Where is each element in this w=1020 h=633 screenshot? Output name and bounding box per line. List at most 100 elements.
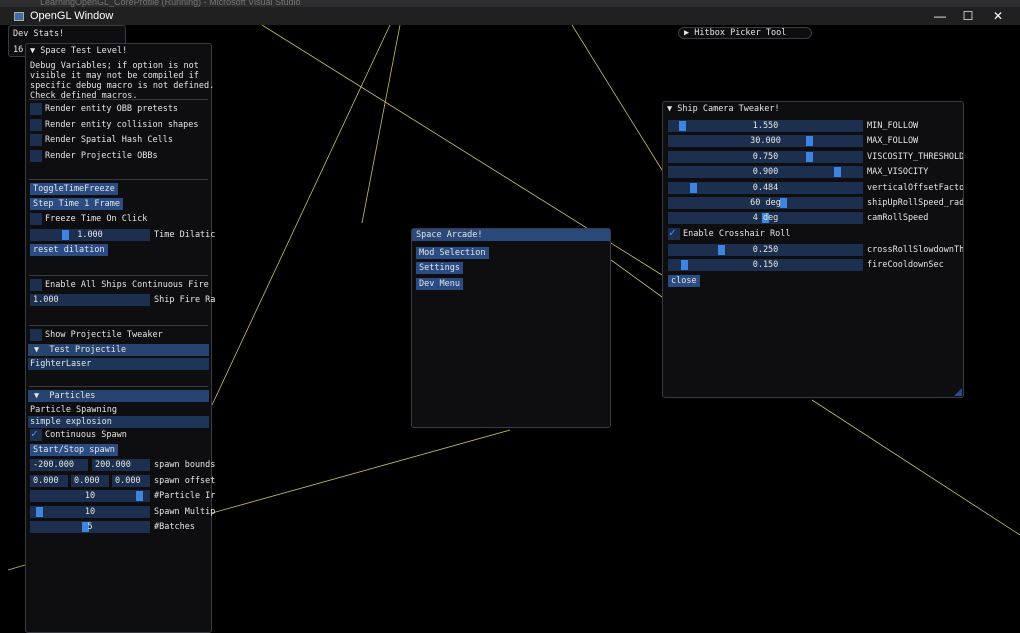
particle-spawning-label: Particle Spawning: [30, 405, 117, 415]
particle-interval-slider[interactable]: 10: [30, 490, 150, 502]
render-option-label: Render entity collision shapes: [45, 119, 199, 130]
start-stop-spawn-button[interactable]: Start/Stop spawn: [30, 444, 118, 456]
camera-slider-label: MAX_VISOCITY: [867, 167, 929, 178]
show-projectile-tweaker-checkbox[interactable]: [30, 329, 42, 341]
continuous-spawn-checkbox[interactable]: [30, 427, 42, 441]
step-time-button[interactable]: Step Time 1 Frame: [30, 198, 123, 210]
slider-grab: [62, 230, 69, 240]
reset-dilation-button[interactable]: reset dilation: [30, 244, 108, 256]
camera-tweaker-window[interactable]: ▼ Ship Camera Tweaker! 1.550 MIN_FOLLOW 30…: [662, 101, 964, 398]
camera-slider[interactable]: 0.150: [668, 259, 863, 272]
collapse-arrow-icon[interactable]: ▼: [30, 46, 40, 56]
test-projectile-header[interactable]: ▼ Test Projectile: [28, 344, 209, 356]
camera-slider-label: fireCooldownSec: [867, 260, 944, 271]
slider-grab: [806, 151, 814, 162]
render-option-label: Render entity OBB pretests: [45, 104, 179, 114]
camera-slider-label: MAX_FOLLOW: [867, 136, 919, 147]
camera-slider[interactable]: 0.484: [668, 181, 863, 194]
spawn-offset-x-input[interactable]: 0.000: [30, 475, 68, 487]
particle-interval-label: #Particle Ir: [154, 491, 216, 501]
freeze-on-click-label: Freeze Time On Click: [45, 214, 148, 224]
scene-line: [7, 564, 26, 571]
freeze-on-click-checkbox[interactable]: [30, 213, 42, 225]
render-option-checkbox[interactable]: [30, 103, 42, 115]
debug-note: Debug Variables; if option is not visible…: [30, 61, 215, 101]
window-titlebar[interactable]: OpenGL Window — ☐ ✕: [0, 7, 1020, 25]
render-option-label: Render Projectile OBBs: [45, 150, 158, 161]
window-title: OpenGL Window: [30, 10, 114, 22]
render-option-checkbox[interactable]: [30, 118, 42, 131]
ship-fire-rate-input[interactable]: 1.000: [30, 294, 150, 306]
space-arcade-title: Space Arcade!: [412, 229, 610, 241]
render-option-checkbox[interactable]: [30, 134, 42, 146]
camera-slider-label: shipUpRollSpeed_rad: [867, 198, 963, 208]
spawn-bounds-min-input[interactable]: -200.000: [30, 459, 88, 471]
space-test-window[interactable]: ▼ Space Test Level! Debug Variables; if …: [25, 43, 216, 633]
space-arcade-window[interactable]: Space Arcade! Mod Selection Settings Dev…: [411, 228, 611, 428]
spawn-bounds-max-input[interactable]: 200.000: [92, 459, 150, 471]
maximize-button[interactable]: ☐: [953, 7, 983, 25]
scene-line: [361, 25, 401, 224]
batches-label: #Batches: [154, 522, 195, 532]
particles-header[interactable]: ▼ Particles: [28, 390, 209, 402]
camera-slider-label: MIN_FOLLOW: [867, 121, 919, 131]
slider-grab: [690, 182, 698, 193]
spawn-offset-z-input[interactable]: 0.000: [112, 475, 150, 487]
particle-list-item[interactable]: simple explosion: [28, 416, 209, 428]
slider-grab: [717, 245, 725, 255]
resize-grip[interactable]: [954, 388, 962, 396]
settings-button[interactable]: Settings: [416, 262, 463, 274]
space-test-title: Space Test Level!: [40, 46, 128, 56]
dev-stats-title: Dev Stats!: [13, 29, 65, 39]
camera-slider[interactable]: 0.250: [668, 244, 863, 256]
toggle-time-freeze-button[interactable]: ToggleTimeFreeze: [30, 183, 118, 195]
camera-slider[interactable]: 30.000: [668, 135, 863, 148]
scene-line: [571, 25, 663, 171]
close-button[interactable]: close: [668, 275, 700, 287]
spawn-offset-label: spawn offset: [154, 476, 216, 486]
projectile-list-item[interactable]: FighterLaser: [28, 358, 209, 370]
collapse-arrow-icon[interactable]: ▼: [667, 104, 677, 114]
hitbox-picker-title: Hitbox Picker Tool: [694, 28, 787, 38]
camera-slider[interactable]: 0.750: [668, 150, 863, 163]
camera-tweaker-title: Ship Camera Tweaker!: [677, 104, 780, 114]
continuous-fire-label: Enable All Ships Continuous Fire: [45, 280, 209, 290]
spawn-multiplier-slider[interactable]: 10: [30, 505, 150, 518]
camera-slider[interactable]: 60 deg: [668, 197, 863, 209]
vs-title: LearningOpenGL_CoreProfile (Running) - M…: [0, 0, 1020, 7]
camera-slider[interactable]: 0.900: [668, 166, 863, 179]
scene-line: [610, 259, 663, 298]
ship-fire-rate-label: Ship Fire Ra: [154, 295, 216, 305]
time-dilation-slider[interactable]: 1.000: [30, 229, 150, 241]
dev-menu-button[interactable]: Dev Menu: [416, 278, 463, 290]
camera-slider-label: crossRollSlowdownThre: [867, 245, 963, 255]
continuous-fire-checkbox[interactable]: [30, 279, 42, 291]
camera-slider-label: camRollSpeed: [867, 213, 929, 224]
slider-grab: [679, 121, 687, 131]
batches-slider[interactable]: 5: [30, 521, 150, 533]
crosshair-roll-label: Enable Crosshair Roll: [683, 229, 791, 239]
app-icon: [14, 11, 24, 21]
time-dilation-label: Time Dilatic: [154, 230, 216, 240]
slider-grab: [135, 491, 143, 501]
hitbox-picker-window[interactable]: ▶ Hitbox Picker Tool: [678, 27, 812, 39]
collapsed-arrow-icon[interactable]: ▶: [684, 28, 694, 38]
show-projectile-tweaker-label: Show Projectile Tweaker: [45, 330, 163, 340]
spawn-bounds-label: spawn bounds: [154, 460, 216, 470]
slider-grab: [806, 136, 814, 147]
scene-line: [811, 399, 1020, 536]
spawn-offset-y-input[interactable]: 0.000: [71, 475, 109, 487]
render-option-checkbox[interactable]: [30, 149, 42, 162]
close-window-button[interactable]: ✕: [983, 7, 1013, 25]
mod-selection-button[interactable]: Mod Selection: [416, 247, 489, 259]
camera-slider[interactable]: 1.550: [668, 120, 863, 132]
render-option-label: Render Spatial Hash Cells: [45, 135, 173, 145]
camera-slider[interactable]: 4 deg: [668, 212, 863, 225]
slider-grab: [681, 260, 689, 271]
slider-grab: [833, 167, 841, 178]
minimize-button[interactable]: —: [925, 7, 955, 25]
slider-grab: [36, 506, 44, 517]
crosshair-roll-checkbox[interactable]: [668, 226, 680, 240]
continuous-spawn-label: Continuous Spawn: [45, 430, 127, 440]
spawn-multiplier-label: Spawn Multip: [154, 506, 216, 517]
